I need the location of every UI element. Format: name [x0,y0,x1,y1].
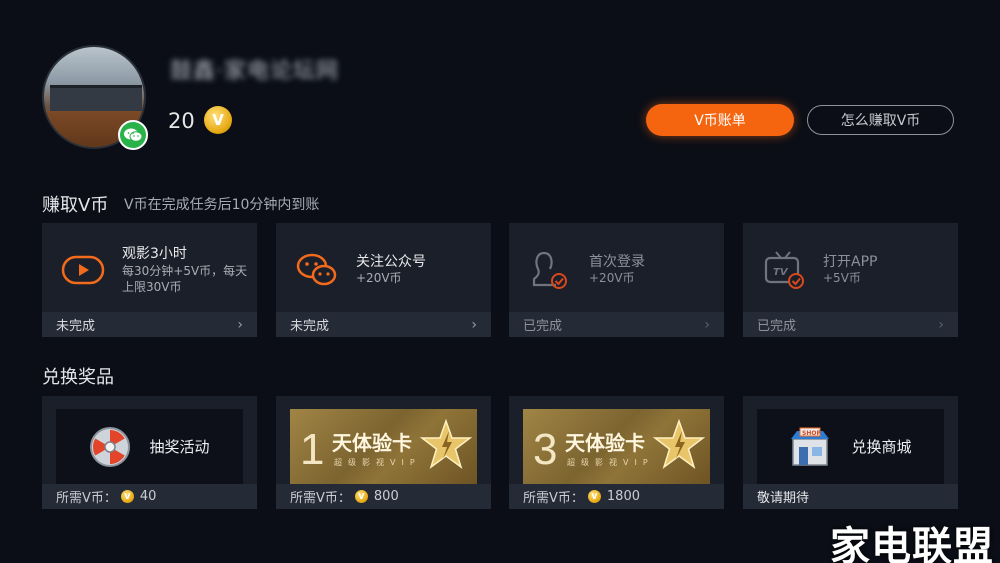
vip-card-name: 天体验卡 [332,431,412,455]
username: 鼓鑫·家电论坛网 [170,59,339,84]
prize-cost-label: 所需V币： [523,491,584,506]
task-desc: +20V币 [356,271,402,285]
vip-card-days: 3 [533,425,558,474]
prize-card-1day-vip[interactable]: 1 天体验卡 超级影视VIP 所需V币： V 800 [276,396,491,509]
v-coin-icon: V [204,106,232,134]
watermark-logo: 家电联盟 [830,524,994,563]
task-status: 已完成 [523,319,563,334]
svg-text:TV: TV [773,267,789,278]
prize-card-shop[interactable]: SHOP 兑换商城 敬请期待 [743,396,958,509]
task-status-bar: 未完成 › [276,312,491,337]
coin-balance: 20 [168,109,195,133]
star-icon [651,417,707,477]
star-icon [418,417,474,477]
earn-section-title: 赚取V币 [42,195,109,216]
task-status-bar: 已完成 › [743,312,958,337]
vip-card-subtitle: 超级影视VIP [334,458,421,467]
task-status-bar: 已完成 › [509,312,724,337]
shop-icon: SHOP [789,427,831,467]
prize-section-title: 兑换奖品 [42,367,114,388]
task-title: 观影3小时 [122,246,187,262]
prize-name: 抽奖活动 [149,438,210,456]
task-title: 打开APP [823,254,878,270]
task-desc: +5V币 [823,271,861,285]
prize-status: 敬请期待 [757,491,810,506]
prize-cost-label: 所需V币： [290,491,351,506]
task-title: 关注公众号 [356,254,426,270]
tv-check-icon: TV [761,247,807,293]
v-coin-icon: V [120,490,134,503]
task-status: 未完成 [290,319,330,334]
chevron-right-icon: › [938,316,944,333]
prize-cost-label: 所需V币： [56,491,117,506]
user-check-icon [527,247,573,293]
vip-card-subtitle: 超级影视VIP [567,458,654,467]
wechat-icon [294,247,340,293]
task-desc: 每30分钟+5V币，每天上限30V币 [122,264,248,294]
task-card-watch[interactable]: 观影3小时 每30分钟+5V币，每天上限30V币 未完成 › [42,223,257,337]
task-title: 首次登录 [589,254,645,270]
lottery-wheel-icon [89,426,131,468]
vip-card-name: 天体验卡 [565,431,645,455]
v-coin-icon: V [587,490,601,503]
task-status: 未完成 [56,319,96,334]
prize-name: 兑换商城 [851,438,912,456]
task-status: 已完成 [757,319,797,334]
task-desc: +20V币 [589,271,635,285]
task-card-open-app[interactable]: TV 打开APP +5V币 已完成 › [743,223,958,337]
earn-section-subtitle: V币在完成任务后10分钟内到账 [124,197,320,213]
prize-card-inner: 抽奖活动 [56,409,243,484]
chevron-right-icon: › [471,316,477,333]
prize-cost-bar: 所需V币： V 40 [42,484,257,509]
prize-cost: 40 [139,489,157,504]
avatar-photo-room [50,85,142,111]
prize-card-3day-vip[interactable]: 3 天体验卡 超级影视VIP 所需V币： V 1800 [509,396,724,509]
prize-cost: 1800 [606,489,640,504]
prize-cost-bar: 所需V币： V 1800 [509,484,724,509]
vip-card-image: 3 天体验卡 超级影视VIP [523,409,710,484]
prize-card-inner: SHOP 兑换商城 [757,409,944,484]
prize-cost: 800 [373,489,399,504]
prize-cost-bar: 所需V币： V 800 [276,484,491,509]
wechat-icon [118,120,148,150]
how-to-earn-button[interactable]: 怎么赚取V币 [807,105,954,135]
vip-card-days: 1 [300,425,325,474]
shop-sign-text: SHOP [802,430,821,437]
v-coin-bill-button[interactable]: V币账单 [646,104,794,136]
chevron-right-icon: › [237,316,243,333]
v-coin-icon: V [354,490,368,503]
task-card-first-login[interactable]: 首次登录 +20V币 已完成 › [509,223,724,337]
task-status-bar: 未完成 › [42,312,257,337]
vip-card-image: 1 天体验卡 超级影视VIP [290,409,477,484]
task-card-follow[interactable]: 关注公众号 +20V币 未完成 › [276,223,491,337]
prize-card-lottery[interactable]: 抽奖活动 所需V币： V 40 [42,396,257,509]
play-icon [60,247,106,293]
prize-cost-bar: 敬请期待 [743,484,958,509]
chevron-right-icon: › [704,316,710,333]
